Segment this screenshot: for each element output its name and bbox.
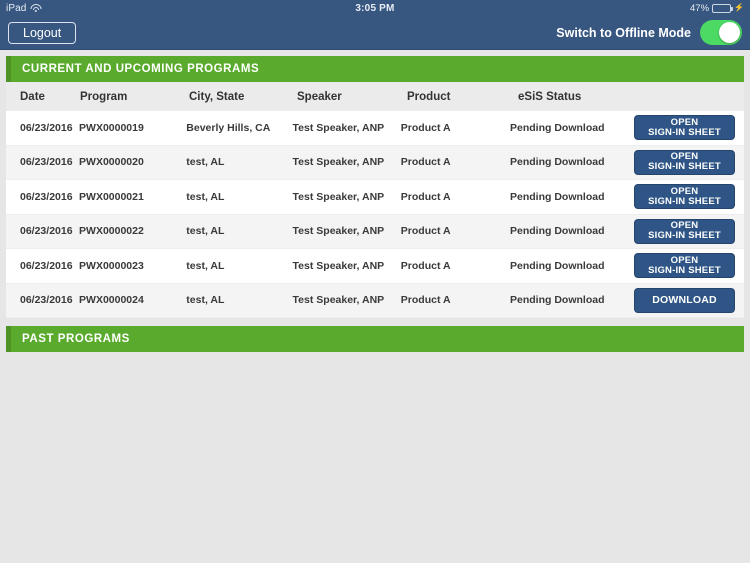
cell-esis-status: Pending Download [510,190,605,203]
table-row: 06/23/2016 PWX0000019 Beverly Hills, CA Tes… [6,111,744,146]
cell-date: 06/23/2016 [20,259,73,272]
cell-action: OPEN SIGN-IN SHEET [633,149,744,175]
cell-city-state: test, AL [186,259,225,272]
cell-product: Product A [400,259,451,272]
cell-speaker: Test Speaker, ANP [292,121,385,134]
cell-esis-status: Pending Download [510,156,605,169]
section-header-past-programs: PAST PROGRAMS [6,326,744,352]
cell-city-state: test, AL [186,294,225,307]
download-button[interactable]: DOWNLOAD [633,287,735,313]
ios-status-bar: iPad 3:05 PM 47% ⚡ [0,0,750,16]
table-row: 06/23/2016 PWX0000023 test, AL Test Speaker… [6,249,744,284]
open-sign-in-sheet-button[interactable]: OPEN SIGN-IN SHEET [633,218,735,244]
battery-percent-label: 47% [690,2,710,14]
offline-mode-control: Switch to Offline Mode [556,20,742,45]
app-header: Logout Switch to Offline Mode [0,16,750,50]
open-sign-in-sheet-button[interactable]: OPEN SIGN-IN SHEET [633,184,735,210]
cell-product: Product A [400,121,451,134]
column-header-city-state: City, State [189,90,245,103]
column-header-program: Program [80,90,128,103]
table-row: 06/23/2016 PWX0000021 test, AL Test Speaker… [6,180,744,215]
action-button-line-2: SIGN-IN SHEET [648,264,721,276]
cell-program: PWX0000019 [79,121,144,134]
column-header-product: Product [407,90,451,103]
cell-speaker: Test Speaker, ANP [292,294,385,307]
table-row: 06/23/2016 PWX0000024 test, AL Test Speaker… [6,283,744,318]
cell-action: OPEN SIGN-IN SHEET [633,253,744,279]
cell-date: 06/23/2016 [20,156,73,169]
table-header-row: Date Program City, State Speaker Product… [6,82,744,111]
cell-date: 06/23/2016 [20,121,73,134]
cell-action: OPEN SIGN-IN SHEET [633,115,744,141]
action-button-line-2: SIGN-IN SHEET [648,195,721,207]
lightning-bolt-icon: ⚡ [734,3,744,12]
cell-speaker: Test Speaker, ANP [292,225,385,238]
cell-program: PWX0000020 [79,156,144,169]
open-sign-in-sheet-button[interactable]: OPEN SIGN-IN SHEET [633,253,735,279]
cell-city-state: Beverly Hills, CA [186,121,271,134]
cell-city-state: test, AL [186,190,225,203]
cell-product: Product A [400,190,451,203]
cell-city-state: test, AL [186,225,225,238]
cell-esis-status: Pending Download [510,259,605,272]
cell-esis-status: Pending Download [510,225,605,238]
cell-program: PWX0000024 [79,294,144,307]
action-button-line-2: SIGN-IN SHEET [648,126,721,138]
cell-product: Product A [400,294,451,307]
action-button-line-2: SIGN-IN SHEET [648,161,721,173]
cell-speaker: Test Speaker, ANP [292,156,385,169]
cell-city-state: test, AL [186,156,225,169]
open-sign-in-sheet-button[interactable]: OPEN SIGN-IN SHEET [633,149,735,175]
cell-speaker: Test Speaker, ANP [292,190,385,203]
cell-speaker: Test Speaker, ANP [292,259,385,272]
cell-date: 06/23/2016 [20,294,73,307]
offline-mode-label: Switch to Offline Mode [556,25,691,40]
page-content: CURRENT AND UPCOMING PROGRAMS Date Progr… [0,50,750,358]
programs-table: Date Program City, State Speaker Product… [6,82,744,318]
table-row: 06/23/2016 PWX0000020 test, AL Test Speaker… [6,145,744,180]
status-bar-right: 47% ⚡ [690,3,744,14]
cell-program: PWX0000023 [79,259,144,272]
toggle-knob [719,22,740,43]
cell-program: PWX0000022 [79,225,144,238]
battery-icon [712,3,734,13]
cell-esis-status: Pending Download [510,121,605,134]
offline-mode-toggle[interactable] [700,20,742,45]
action-button-line-2: SIGN-IN SHEET [648,230,721,242]
table-row: 06/23/2016 PWX0000022 test, AL Test Speaker… [6,214,744,249]
cell-product: Product A [400,225,451,238]
cell-action: OPEN SIGN-IN SHEET [633,218,744,244]
table-body: 06/23/2016 PWX0000019 Beverly Hills, CA Tes… [6,111,744,318]
cell-date: 06/23/2016 [20,225,73,238]
status-bar-clock: 3:05 PM [355,2,395,14]
column-header-speaker: Speaker [297,90,342,103]
column-header-esis-status: eSiS Status [518,90,582,103]
cell-program: PWX0000021 [79,190,144,203]
cell-esis-status: Pending Download [510,294,605,307]
section-header-current-programs: CURRENT AND UPCOMING PROGRAMS [6,56,744,82]
cell-product: Product A [400,156,451,169]
action-button-line-1: DOWNLOAD [652,293,717,306]
cell-date: 06/23/2016 [20,190,73,203]
cell-action: DOWNLOAD [633,287,744,313]
cell-action: OPEN SIGN-IN SHEET [633,184,744,210]
logout-button[interactable]: Logout [8,21,77,44]
column-header-date: Date [20,90,45,103]
open-sign-in-sheet-button[interactable]: OPEN SIGN-IN SHEET [633,115,735,141]
